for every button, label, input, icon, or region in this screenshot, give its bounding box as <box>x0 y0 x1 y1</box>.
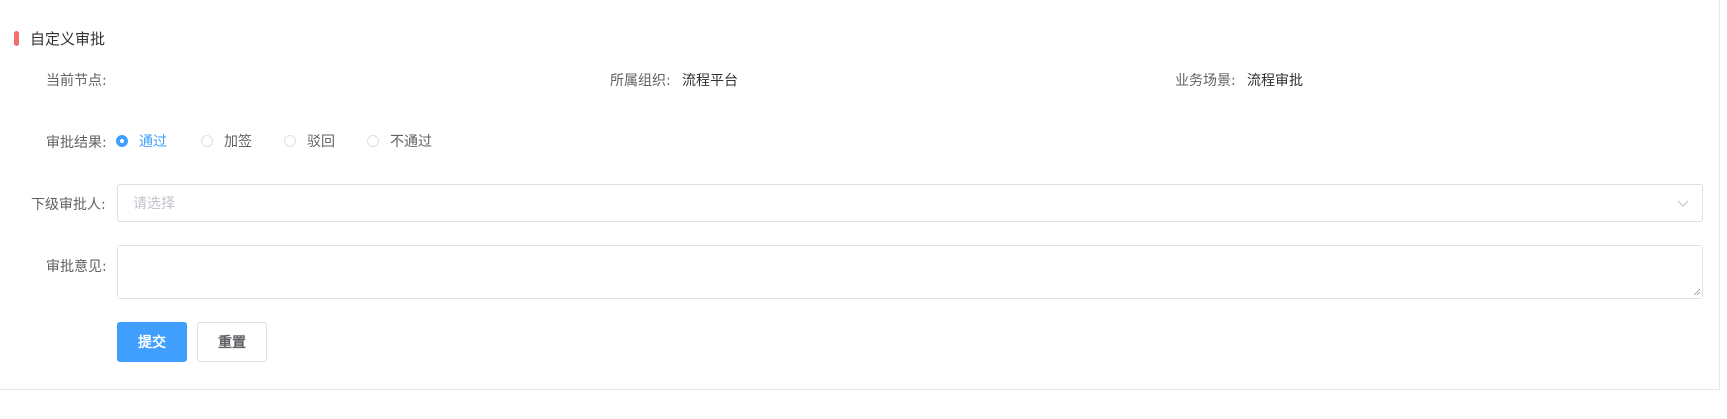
radio-add-sign-label: 加签 <box>224 134 252 150</box>
next-approver-select[interactable]: 请选择 <box>117 184 1703 222</box>
resize-grip-icon[interactable] <box>1693 288 1701 296</box>
radio-pass-circle[interactable] <box>116 135 128 147</box>
comment-label: 审批意见: <box>46 259 107 275</box>
result-radio-group: 通过 加签 驳回 不通过 <box>116 130 432 152</box>
org-label: 所属组织: <box>610 73 671 89</box>
radio-pass-label: 通过 <box>139 134 167 150</box>
radio-add-sign[interactable]: 加签 <box>201 131 252 151</box>
radio-not-pass-label: 不通过 <box>390 134 432 150</box>
scene-value: 流程审批 <box>1247 73 1303 89</box>
radio-reject-label: 驳回 <box>307 134 335 150</box>
select-placeholder: 请选择 <box>133 196 175 212</box>
org-value: 流程平台 <box>682 73 738 89</box>
result-label: 审批结果: <box>46 135 107 151</box>
radio-add-sign-circle[interactable] <box>201 135 213 147</box>
chevron-down-icon <box>1677 200 1689 207</box>
radio-not-pass-circle[interactable] <box>367 135 379 147</box>
section-header: 自定义审批 <box>14 26 105 50</box>
approval-card: 自定义审批 当前节点: 所属组织: 流程平台 业务场景: 流程审批 审批结果: … <box>0 0 1720 390</box>
comment-textarea[interactable] <box>117 245 1703 299</box>
title-marker <box>14 30 19 46</box>
section-title: 自定义审批 <box>30 29 106 48</box>
radio-not-pass[interactable]: 不通过 <box>367 131 432 151</box>
scene-label: 业务场景: <box>1175 73 1236 89</box>
current-node-label: 当前节点: <box>46 73 107 89</box>
next-approver-label: 下级审批人: <box>31 197 106 213</box>
radio-reject[interactable]: 驳回 <box>284 131 335 151</box>
reset-button[interactable]: 重置 <box>197 322 267 362</box>
submit-button[interactable]: 提交 <box>117 322 187 362</box>
radio-pass[interactable]: 通过 <box>116 131 167 151</box>
radio-reject-circle[interactable] <box>284 135 296 147</box>
